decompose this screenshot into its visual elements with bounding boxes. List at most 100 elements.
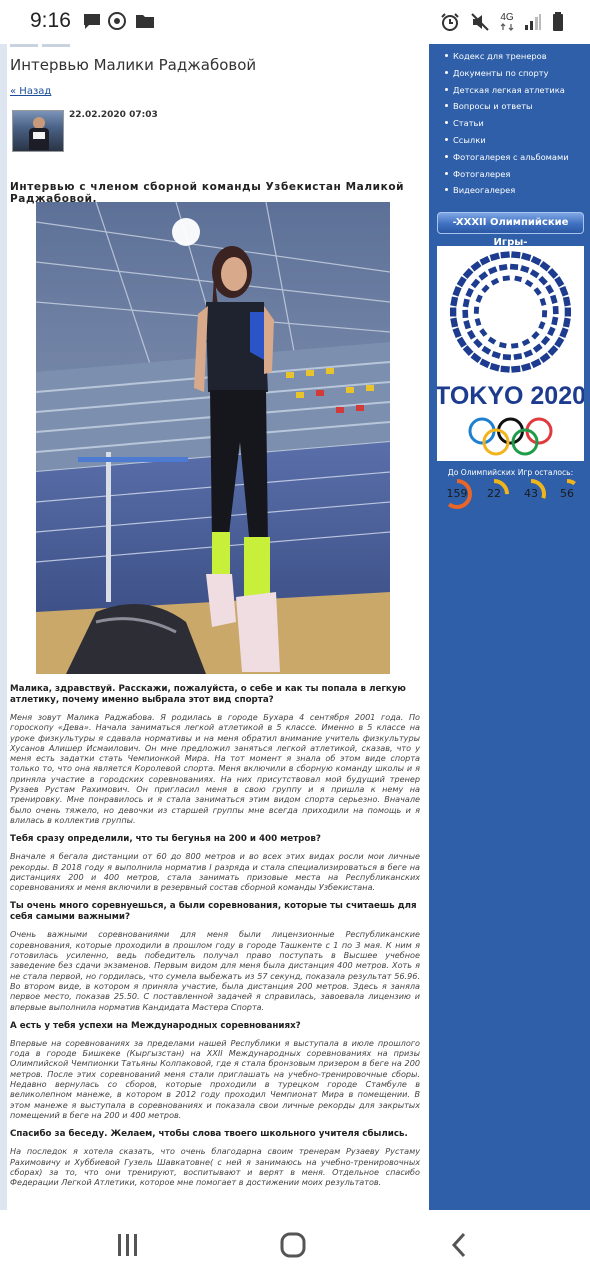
emblem-checker — [550, 294, 558, 304]
top-tab[interactable] — [10, 44, 38, 47]
status-time: 9:16 — [30, 9, 71, 32]
emblem-checker — [513, 353, 523, 360]
emblem-checker — [520, 252, 532, 262]
qa-block: Ты очень много соревнуешься, а были соре… — [10, 901, 420, 1011]
sidebar-item-kids-athletics[interactable]: Детская легкая атлетика — [441, 83, 569, 100]
emblem-checker — [475, 294, 483, 303]
emblem-checker — [564, 307, 571, 317]
network-type: 4G — [500, 12, 514, 23]
tokyo-2020-logo[interactable]: TOKYO 2020 — [437, 246, 584, 461]
emblem-checker — [489, 252, 501, 262]
emblem-checker — [452, 327, 462, 339]
top-tabs — [10, 44, 70, 47]
mute-icon — [471, 13, 489, 31]
back-button[interactable] — [440, 1230, 480, 1260]
countdown-days: 159 — [441, 478, 473, 510]
back-link[interactable]: « Назад — [10, 86, 51, 97]
article-photo — [36, 202, 390, 674]
olympic-games-button[interactable]: -XXXII Олимпийские Игры- — [437, 212, 584, 248]
emblem-checker — [547, 326, 556, 337]
emblem-checker — [532, 343, 543, 353]
home-button[interactable] — [273, 1230, 313, 1260]
emblem-checker — [452, 285, 462, 297]
emblem-checker — [523, 349, 534, 358]
emblem-checker — [487, 266, 498, 275]
emblem-checker — [521, 338, 531, 347]
emblem-checker — [541, 310, 548, 318]
sidebar-item-links[interactable]: Ссылки — [441, 133, 569, 150]
web-page: Интервью Малики Раджабовой « Назад 22.02… — [0, 44, 590, 1210]
emblem-checker — [463, 320, 471, 330]
answer: Меня зовут Малика Раджабова. Я родилась … — [10, 712, 420, 825]
system-nav-bar — [0, 1210, 590, 1280]
emblem-checker — [487, 336, 497, 345]
emblem-checker — [530, 358, 542, 369]
message-icon — [84, 14, 100, 29]
emblem-checker — [456, 276, 467, 288]
emblem-checker — [511, 365, 521, 373]
sidebar-item-photo-albums[interactable]: Фотогалерея с альбомами — [441, 150, 569, 167]
emblem-checker — [450, 317, 459, 328]
emblem-checker — [520, 265, 530, 273]
emblem-checker — [502, 353, 512, 361]
article-thumbnail[interactable] — [12, 110, 64, 152]
emblem-checker — [500, 365, 510, 373]
sidebar-item-coaches-code[interactable]: Кодекс для тренеров — [441, 49, 569, 66]
page-left-border — [0, 44, 7, 1210]
status-icons-right: 4G — [440, 10, 564, 34]
emblem-checker — [478, 271, 489, 281]
sidebar-item-articles[interactable]: Статьи — [441, 116, 569, 133]
page-title: Интервью Малики Раджабовой — [10, 56, 257, 74]
countdown-hours-value: 22 — [487, 487, 501, 500]
emblem-checker — [562, 317, 571, 328]
answer: На последок я хотела сказать, что очень … — [10, 1146, 420, 1188]
qa-block: Спасибо за беседу. Желаем, чтобы слова т… — [10, 1129, 420, 1187]
question: А есть у тебя успехи на Международных со… — [10, 1020, 301, 1031]
emblem-checker — [462, 298, 470, 308]
emblem-checker — [554, 336, 565, 348]
emblem-checker — [510, 342, 519, 349]
emblem-checker — [514, 275, 523, 282]
countdown-minutes-value: 43 — [524, 487, 538, 500]
emblem-checker — [479, 358, 491, 369]
emblem-checker — [547, 267, 559, 279]
sidebar: Кодекс для тренеров Документы по спорту … — [429, 44, 590, 1210]
data-arrows-icon — [500, 23, 514, 31]
sidebar-item-sport-documents[interactable]: Документы по спорту — [441, 66, 569, 83]
countdown-seconds: 56 — [551, 478, 583, 510]
answer: Впервые на соревнованиях за пределами на… — [10, 1037, 420, 1120]
alarm-icon — [441, 13, 459, 31]
qa-block: А есть у тебя успехи на Международных со… — [10, 1021, 420, 1120]
emblem-checker — [450, 307, 457, 317]
emblem-checker — [450, 296, 459, 307]
chrome-icon — [108, 12, 126, 30]
battery-icon — [553, 12, 563, 31]
qa-block: Малика, здравствуй. Расскажи, пожалуйста… — [10, 684, 420, 825]
emblem-checker — [529, 269, 540, 279]
emblem-checker — [462, 267, 474, 279]
sidebar-item-photo-gallery[interactable]: Фотогалерея — [441, 167, 569, 184]
emblem-checker — [470, 278, 481, 289]
article-body: Малика, здравствуй. Расскажи, пожалуйста… — [10, 684, 420, 1196]
emblem-checker — [473, 306, 480, 314]
emblem-checker — [562, 296, 571, 307]
emblem-checker — [559, 327, 569, 339]
post-date: 22.02.2020 07:03 — [69, 110, 158, 120]
emblem-checker — [498, 342, 507, 349]
tokyo-text: TOKYO 2020 — [437, 382, 584, 410]
recents-button[interactable] — [108, 1230, 148, 1260]
question: Тебя сразу определили, что ты бегунья на… — [10, 834, 321, 845]
sidebar-menu: Кодекс для тренеров Документы по спорту … — [441, 49, 569, 200]
emblem-checker — [547, 345, 559, 357]
top-tab[interactable] — [42, 44, 70, 47]
question: Ты очень много соревнуешься, а были соре… — [10, 901, 417, 923]
emblem-checker — [539, 352, 551, 364]
emblem-checker — [539, 297, 547, 307]
thumbnail-bib — [33, 132, 45, 139]
emblem-checker — [545, 284, 555, 295]
emblem-checker — [539, 260, 551, 272]
sidebar-item-faq[interactable]: Вопросы и ответы — [441, 99, 569, 116]
question: Малика, здравствуй. Расскажи, пожалуйста… — [10, 684, 406, 705]
sidebar-item-video-gallery[interactable]: Видеогалерея — [441, 183, 569, 200]
emblem-checker — [479, 328, 488, 337]
